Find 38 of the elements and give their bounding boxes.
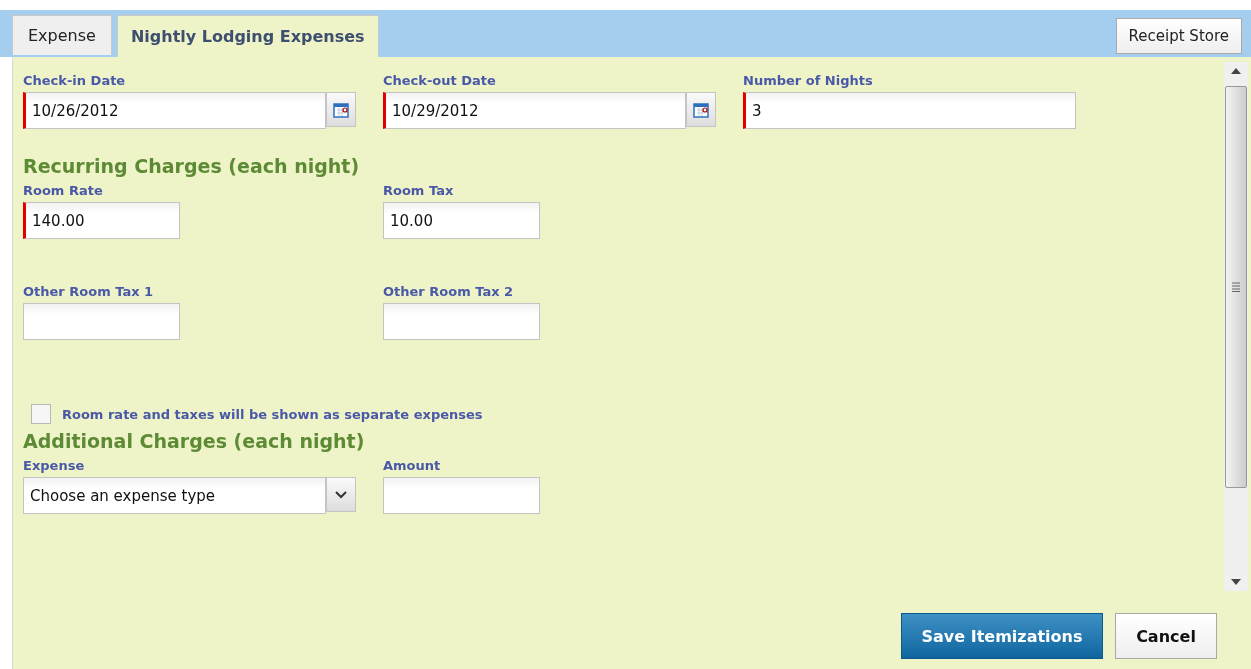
section-heading: Additional Charges (each night) bbox=[23, 430, 366, 452]
calendar-button[interactable] bbox=[686, 92, 716, 127]
chevron-down-icon bbox=[335, 490, 347, 499]
input-field[interactable]: 3 bbox=[743, 92, 1076, 129]
calendar-icon bbox=[693, 101, 709, 118]
checkbox-label: Room rate and taxes will be shown as separate expenses bbox=[62, 406, 483, 422]
checkbox[interactable] bbox=[31, 404, 51, 424]
tab[interactable]: Expense bbox=[12, 15, 112, 55]
field-label: Amount bbox=[383, 458, 441, 474]
field-label: Other Room Tax 2 bbox=[383, 284, 514, 300]
grip-icon bbox=[1232, 282, 1240, 292]
tab[interactable]: Nightly Lodging Expenses bbox=[116, 15, 379, 57]
field-label: Number of Nights bbox=[743, 73, 873, 89]
scrollbar-thumb[interactable] bbox=[1225, 86, 1247, 488]
field-label: Room Tax bbox=[383, 183, 454, 199]
input-field[interactable]: 10/29/2012 bbox=[383, 92, 686, 129]
field-label: Check-in Date bbox=[23, 73, 126, 89]
input-field[interactable]: 10.00 bbox=[383, 202, 540, 239]
scroll-down-icon bbox=[1231, 579, 1241, 585]
receipt-store-button[interactable]: Receipt Store bbox=[1115, 18, 1242, 54]
scroll-up-icon bbox=[1231, 68, 1241, 74]
field-label: Room Rate bbox=[23, 183, 103, 199]
scrollbar[interactable] bbox=[1224, 62, 1248, 591]
section-heading: Recurring Charges (each night) bbox=[23, 155, 361, 177]
dropdown-button[interactable] bbox=[326, 477, 356, 512]
input-field[interactable]: 10/26/2012 bbox=[23, 92, 326, 129]
calendar-button[interactable] bbox=[326, 92, 356, 127]
input-field[interactable] bbox=[383, 303, 540, 340]
input-field[interactable] bbox=[383, 477, 540, 514]
field-label: Other Room Tax 1 bbox=[23, 284, 154, 300]
input-field[interactable]: 140.00 bbox=[23, 202, 180, 239]
calendar-icon bbox=[333, 101, 349, 118]
field-label: Expense bbox=[23, 458, 85, 474]
cancel-button[interactable]: Cancel bbox=[1115, 613, 1217, 659]
field-label: Check-out Date bbox=[383, 73, 496, 89]
expense-type-dropdown[interactable]: Choose an expense type bbox=[23, 477, 326, 514]
input-field[interactable] bbox=[23, 303, 180, 340]
save-button[interactable]: Save Itemizations bbox=[901, 613, 1103, 659]
